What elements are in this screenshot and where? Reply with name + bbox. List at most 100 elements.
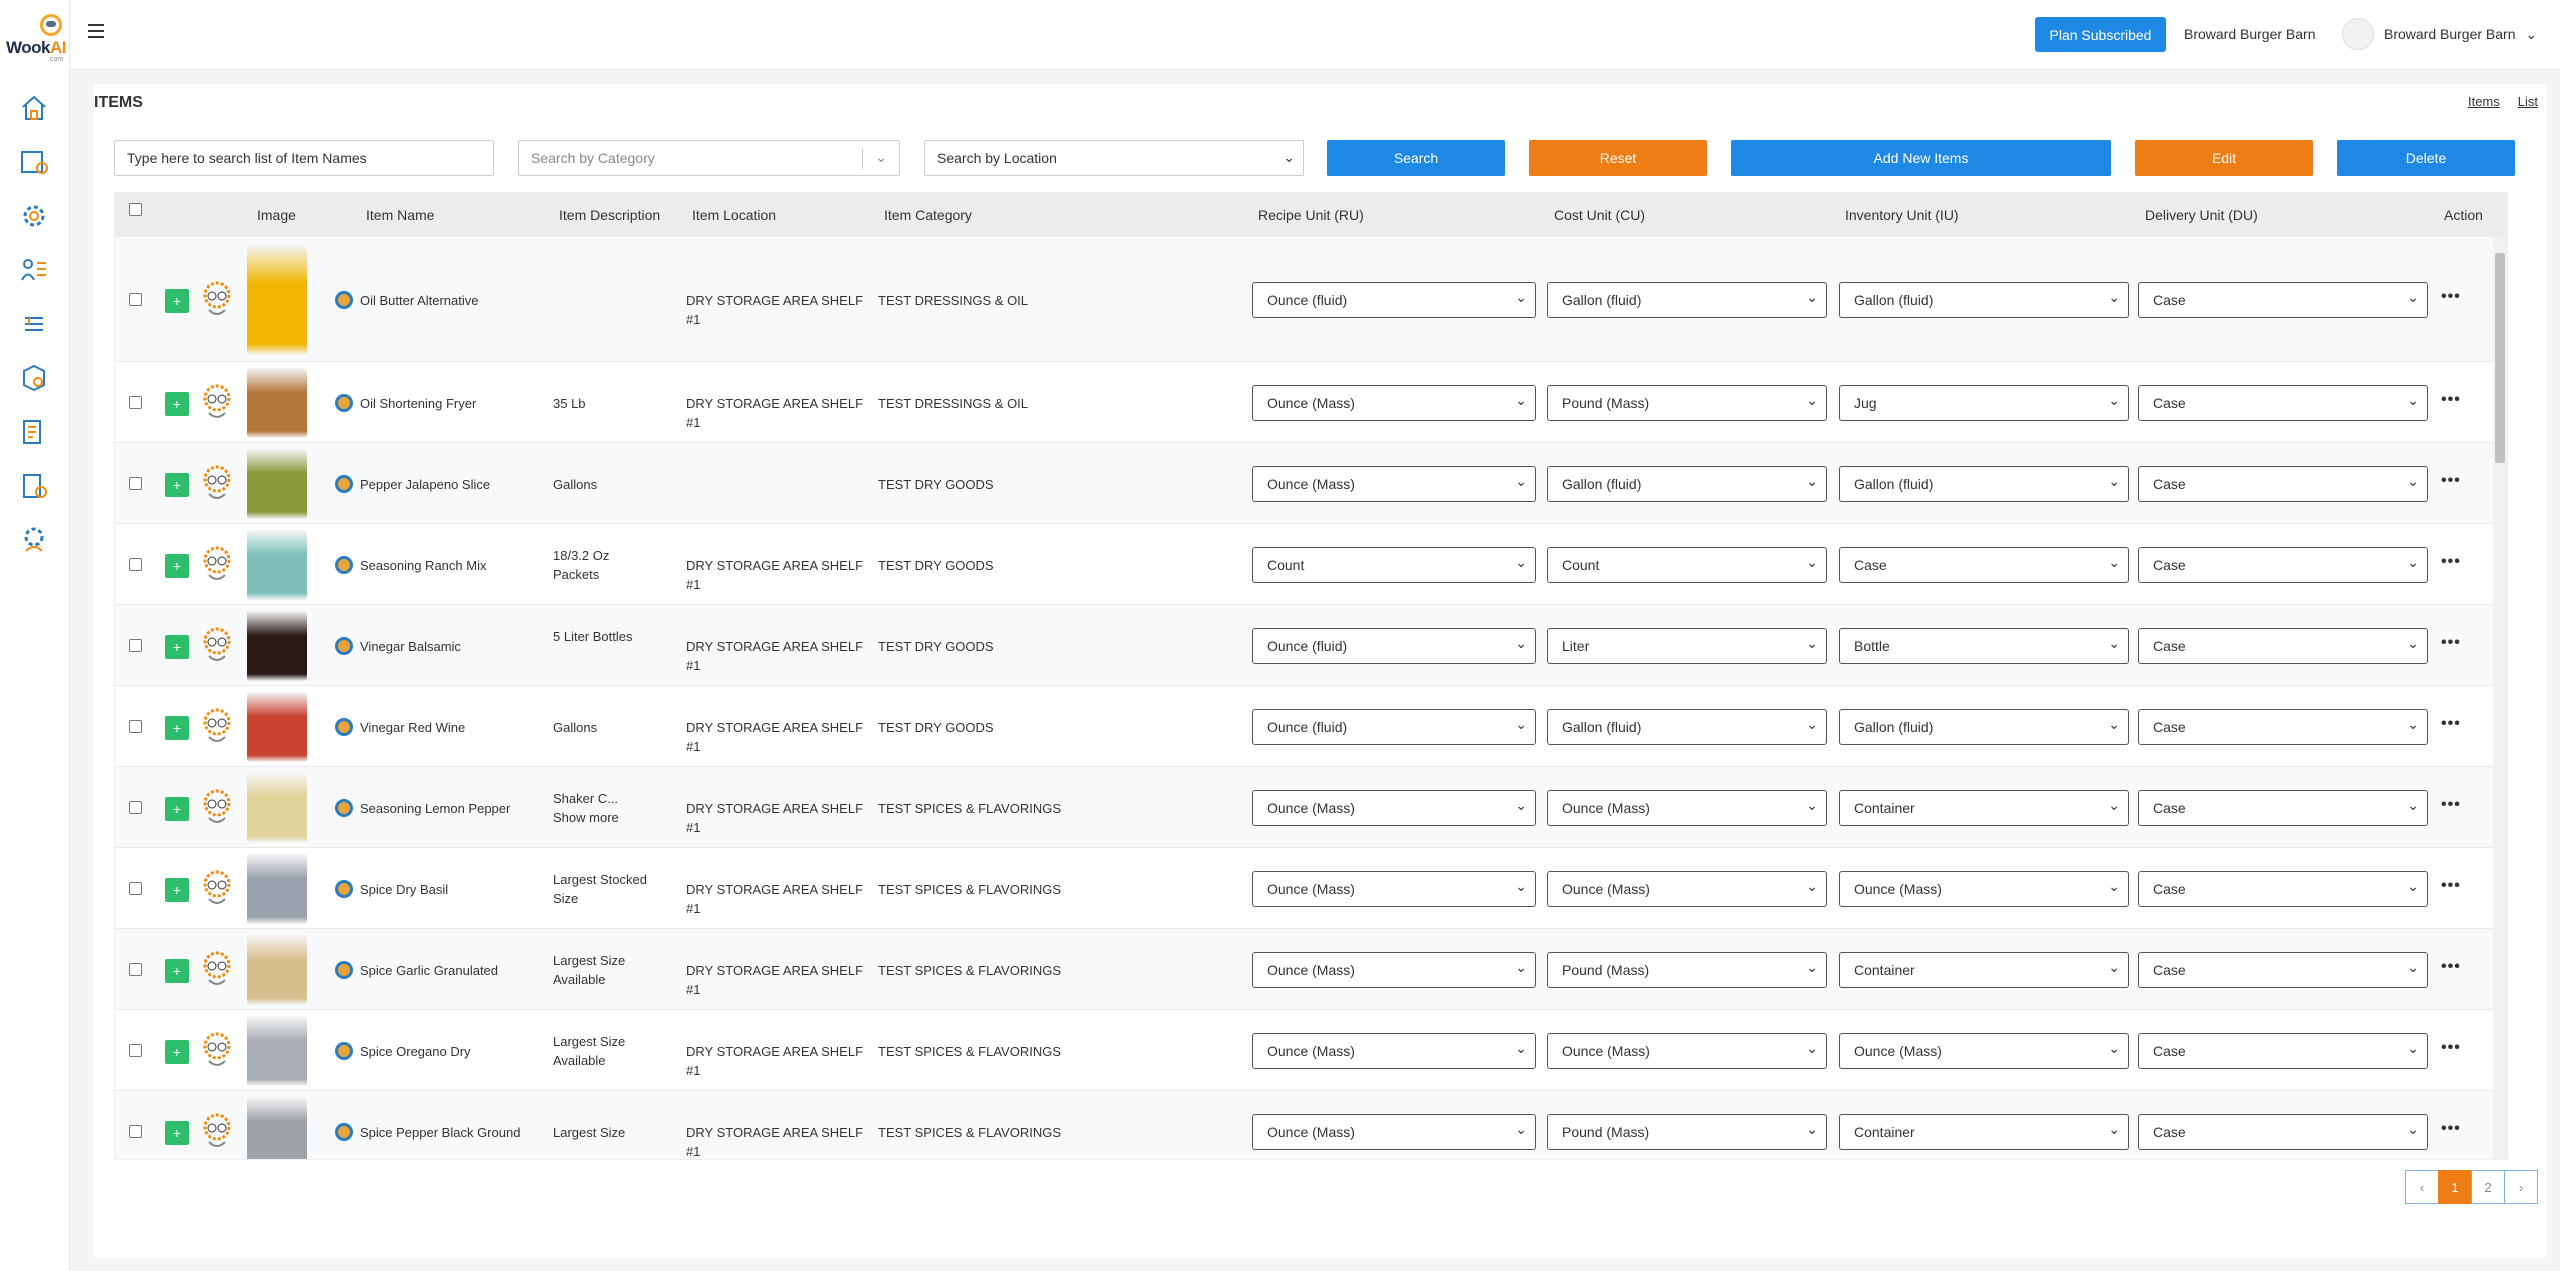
inventory-unit-select[interactable]: Ounce (Mass) — [1839, 870, 2129, 907]
edit-button[interactable]: Edit — [2135, 140, 2313, 176]
item-name-search-input[interactable]: Type here to search list of Item Names — [114, 140, 494, 176]
orders-icon[interactable] — [18, 470, 50, 502]
more-actions-icon[interactable]: ••• — [2441, 958, 2461, 976]
cost-unit-select[interactable]: Ounce (Mass) — [1547, 1032, 1827, 1069]
select-all-checkbox[interactable] — [129, 203, 142, 216]
cost-unit-select[interactable]: Pound (Mass) — [1547, 951, 1827, 988]
inventory-unit-select[interactable]: Gallon (fluid) — [1839, 281, 2129, 318]
inventory-unit-select[interactable]: Bottle — [1839, 627, 2129, 664]
row-checkbox[interactable] — [129, 395, 142, 409]
vertical-scrollbar[interactable] — [2493, 237, 2507, 1159]
hamburger-menu-icon[interactable] — [88, 24, 104, 38]
row-checkbox[interactable] — [129, 800, 142, 814]
cost-unit-select[interactable]: Gallon (fluid) — [1547, 708, 1827, 745]
row-checkbox[interactable] — [129, 638, 142, 652]
header-item-category[interactable]: Item Category — [884, 207, 972, 223]
recipe-unit-select[interactable]: Count — [1252, 546, 1536, 583]
more-actions-icon[interactable]: ••• — [2441, 715, 2461, 733]
expand-row-button[interactable]: + — [165, 1039, 189, 1064]
delivery-unit-select[interactable]: Case — [2138, 1032, 2428, 1069]
menu-list-icon[interactable] — [18, 308, 50, 340]
delivery-unit-select[interactable]: Case — [2138, 708, 2428, 745]
search-button[interactable]: Search — [1327, 140, 1505, 176]
cost-unit-select[interactable]: Liter — [1547, 627, 1827, 664]
row-checkbox[interactable] — [129, 1043, 142, 1057]
cost-unit-select[interactable]: Pound (Mass) — [1547, 1113, 1827, 1150]
expand-row-button[interactable]: + — [165, 472, 189, 497]
expand-row-button[interactable]: + — [165, 1120, 189, 1145]
row-checkbox[interactable] — [129, 881, 142, 895]
home-icon[interactable] — [18, 92, 50, 124]
cost-unit-select[interactable]: Gallon (fluid) — [1547, 281, 1827, 318]
recipe-unit-select[interactable]: Ounce (Mass) — [1252, 870, 1536, 907]
delivery-unit-select[interactable]: Case — [2138, 951, 2428, 988]
recipe-unit-select[interactable]: Ounce (Mass) — [1252, 465, 1536, 502]
delete-button[interactable]: Delete — [2337, 140, 2515, 176]
recipe-unit-select[interactable]: Ounce (Mass) — [1252, 951, 1536, 988]
header-inventory-unit[interactable]: Inventory Unit (IU) — [1845, 207, 1959, 223]
settings-gear-icon[interactable] — [18, 200, 50, 232]
recipe-unit-select[interactable]: Ounce (Mass) — [1252, 1113, 1536, 1150]
cost-unit-select[interactable]: Ounce (Mass) — [1547, 870, 1827, 907]
header-item-name[interactable]: Item Name — [366, 207, 434, 223]
next-page-button[interactable]: › — [2504, 1170, 2538, 1204]
more-actions-icon[interactable]: ••• — [2441, 796, 2461, 814]
row-checkbox[interactable] — [129, 476, 142, 490]
row-checkbox[interactable] — [129, 719, 142, 733]
more-actions-icon[interactable]: ••• — [2441, 391, 2461, 409]
prev-page-button[interactable]: ‹ — [2405, 1170, 2439, 1204]
inventory-unit-select[interactable]: Container — [1839, 1113, 2129, 1150]
header-item-description[interactable]: Item Description — [559, 207, 660, 223]
row-checkbox[interactable] — [129, 962, 142, 976]
page-1-button[interactable]: 1 — [2438, 1170, 2472, 1204]
cost-unit-select[interactable]: Pound (Mass) — [1547, 384, 1827, 421]
inventory-unit-select[interactable]: Ounce (Mass) — [1839, 1032, 2129, 1069]
inventory-unit-select[interactable]: Container — [1839, 951, 2129, 988]
recipe-unit-select[interactable]: Ounce (fluid) — [1252, 281, 1536, 318]
expand-row-button[interactable]: + — [165, 553, 189, 578]
more-actions-icon[interactable]: ••• — [2441, 1039, 2461, 1057]
team-settings-icon[interactable] — [18, 524, 50, 556]
inventory-unit-select[interactable]: Case — [1839, 546, 2129, 583]
list-link[interactable]: List — [2518, 94, 2538, 109]
recipe-unit-select[interactable]: Ounce (Mass) — [1252, 789, 1536, 826]
more-actions-icon[interactable]: ••• — [2441, 1120, 2461, 1138]
plan-subscribed-button[interactable]: Plan Subscribed — [2035, 17, 2166, 52]
reports-icon[interactable] — [18, 146, 50, 178]
expand-row-button[interactable]: + — [165, 796, 189, 821]
recipe-unit-select[interactable]: Ounce (Mass) — [1252, 1032, 1536, 1069]
inventory-unit-select[interactable]: Container — [1839, 789, 2129, 826]
delivery-unit-select[interactable]: Case — [2138, 546, 2428, 583]
expand-row-button[interactable]: + — [165, 715, 189, 740]
delivery-unit-select[interactable]: Case — [2138, 789, 2428, 826]
expand-row-button[interactable]: + — [165, 391, 189, 416]
inventory-unit-select[interactable]: Gallon (fluid) — [1839, 708, 2129, 745]
recipe-unit-select[interactable]: Ounce (Mass) — [1252, 384, 1536, 421]
header-cost-unit[interactable]: Cost Unit (CU) — [1554, 207, 1645, 223]
location-select[interactable]: Search by Location ⌄ — [924, 140, 1304, 176]
header-delivery-unit[interactable]: Delivery Unit (DU) — [2145, 207, 2258, 223]
more-actions-icon[interactable]: ••• — [2441, 472, 2461, 490]
inventory-search-icon[interactable] — [18, 362, 50, 394]
reset-button[interactable]: Reset — [1529, 140, 1707, 176]
category-select[interactable]: Search by Category ⌄ — [518, 140, 900, 176]
staff-list-icon[interactable] — [18, 254, 50, 286]
expand-row-button[interactable]: + — [165, 288, 189, 313]
delivery-unit-select[interactable]: Case — [2138, 870, 2428, 907]
delivery-unit-select[interactable]: Case — [2138, 384, 2428, 421]
wookai-logo[interactable]: WookAI .com — [4, 12, 66, 64]
delivery-unit-select[interactable]: Case — [2138, 1113, 2428, 1150]
expand-row-button[interactable]: + — [165, 877, 189, 902]
add-new-items-button[interactable]: Add New Items — [1731, 140, 2111, 176]
expand-row-button[interactable]: + — [165, 958, 189, 983]
delivery-unit-select[interactable]: Case — [2138, 465, 2428, 502]
row-checkbox[interactable] — [129, 1124, 142, 1138]
items-link[interactable]: Items — [2468, 94, 2500, 109]
expand-row-button[interactable]: + — [165, 634, 189, 659]
recipe-unit-select[interactable]: Ounce (fluid) — [1252, 708, 1536, 745]
cost-unit-select[interactable]: Count — [1547, 546, 1827, 583]
more-actions-icon[interactable]: ••• — [2441, 634, 2461, 652]
page-2-button[interactable]: 2 — [2471, 1170, 2505, 1204]
more-actions-icon[interactable]: ••• — [2441, 877, 2461, 895]
cost-unit-select[interactable]: Ounce (Mass) — [1547, 789, 1827, 826]
